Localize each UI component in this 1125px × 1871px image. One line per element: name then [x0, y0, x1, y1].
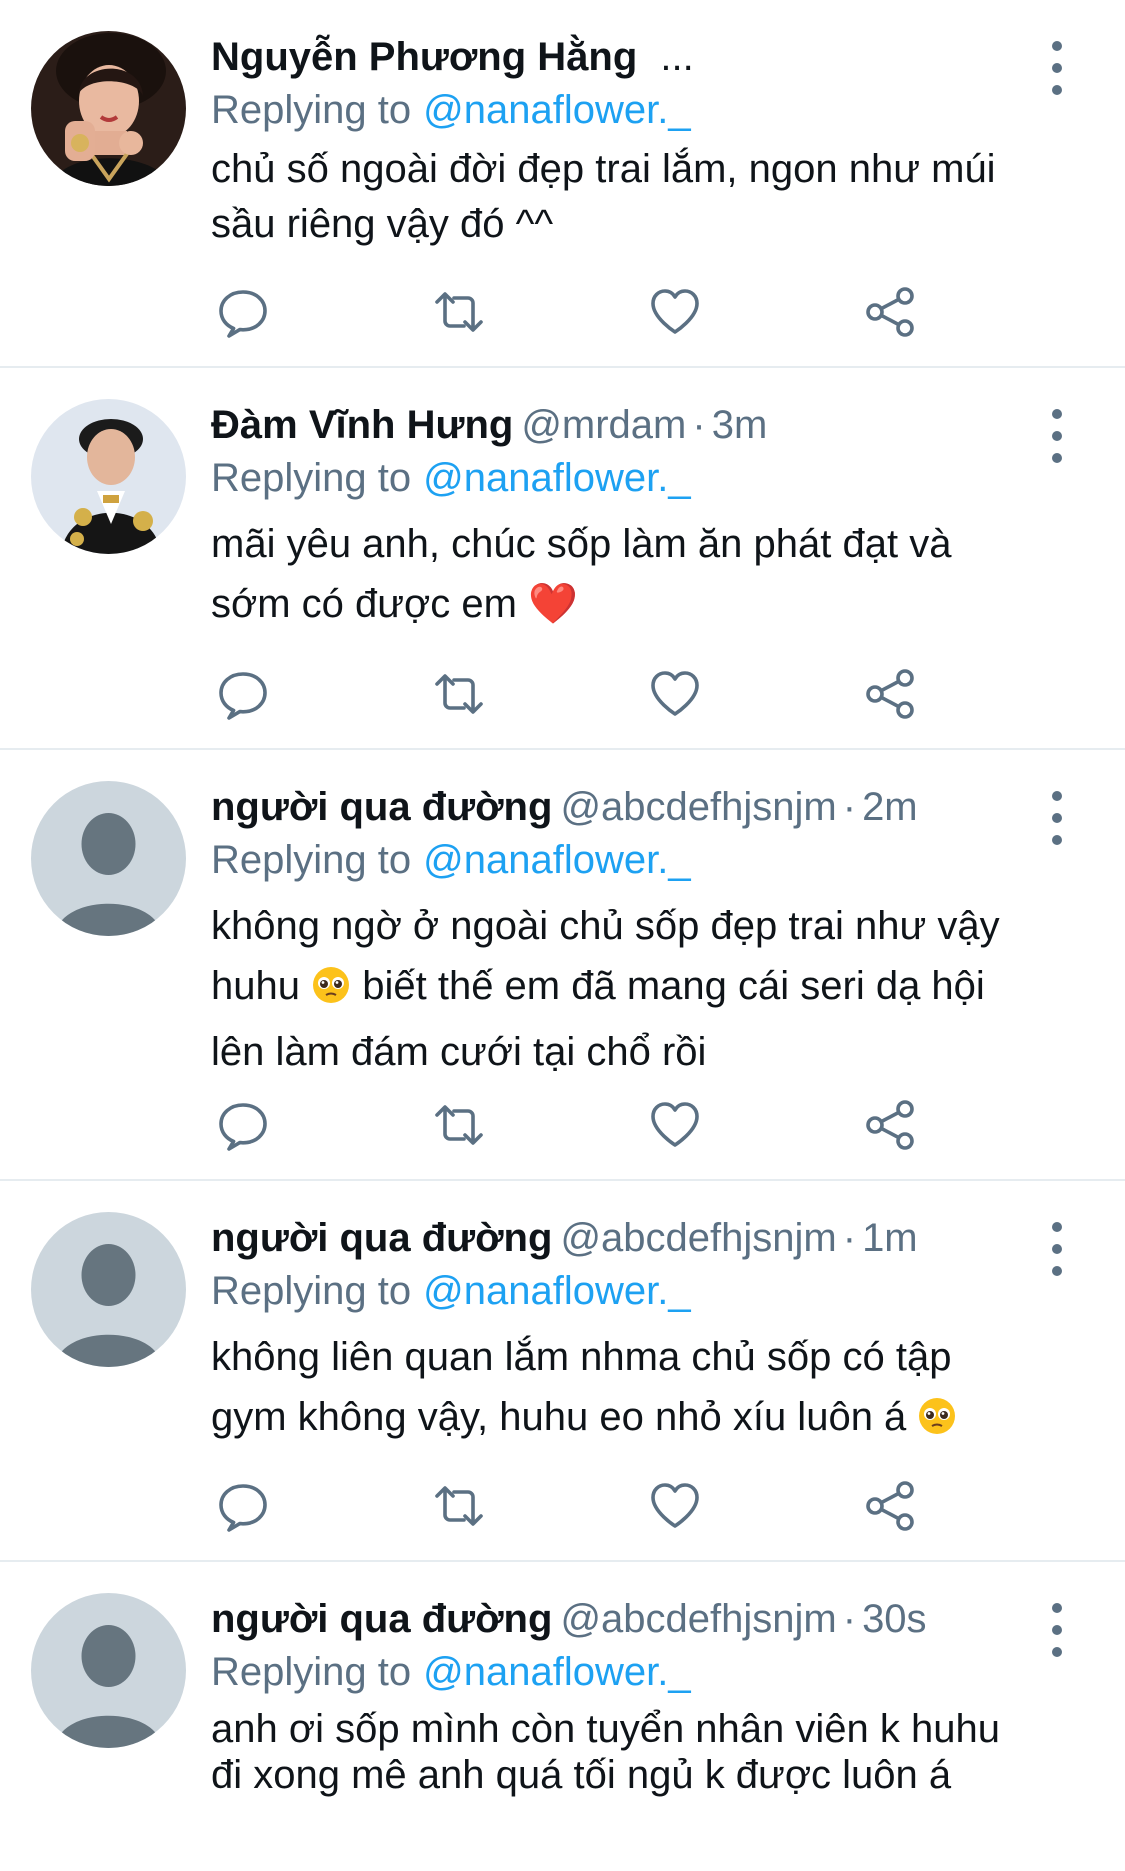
more-vertical-icon[interactable]	[1045, 38, 1069, 98]
display-name[interactable]: người qua đường	[211, 785, 552, 829]
tweet-header: Nguyễn Phương Hằng ...	[211, 30, 1037, 84]
separator-dot: ·	[692, 403, 706, 447]
user-handle[interactable]: @mrdam	[521, 403, 686, 447]
more-vertical-icon[interactable]	[1045, 1219, 1069, 1279]
more-vertical-icon[interactable]	[1045, 1600, 1069, 1660]
timestamp[interactable]: 2m	[862, 785, 918, 829]
user-handle[interactable]: @abcdefhjsnjm	[560, 1597, 836, 1641]
tweet-reply[interactable]: người qua đường @abcdefhjsnjm · 30s Replyin…	[0, 1562, 1125, 1871]
tweet-reply[interactable]: người qua đường @abcdefhjsnjm · 1m Replying…	[0, 1181, 1125, 1562]
tweet-header: Đàm Vĩnh Hưng @mrdam · 3m	[211, 398, 1037, 452]
retweet-icon[interactable]	[427, 1474, 491, 1538]
user-handle[interactable]: @abcdefhjsnjm	[560, 1216, 836, 1260]
reply-icon[interactable]	[211, 1093, 275, 1157]
display-name[interactable]: Nguyễn Phương Hằng	[211, 35, 637, 79]
replying-to: Replying to @nanaflower._	[211, 452, 1037, 504]
retweet-icon[interactable]	[427, 1093, 491, 1157]
tweet-header: người qua đường @abcdefhjsnjm · 2m	[211, 780, 1037, 834]
tweet-reply[interactable]: Nguyễn Phương Hằng ... Replying to @nanaf…	[0, 0, 1125, 368]
separator-dot: ·	[842, 1597, 857, 1641]
tweet-text: chủ số ngoài đời đẹp trai lắm, ngon như …	[211, 147, 996, 246]
tweet-actions	[211, 662, 931, 726]
replying-to: Replying to @nanaflower._	[211, 1646, 1037, 1698]
pleading-face-emoji	[917, 1393, 957, 1453]
heart-icon[interactable]	[643, 662, 707, 726]
tweet-header: người qua đường @abcdefhjsnjm · 30s	[211, 1592, 1037, 1646]
reply-feed: Nguyễn Phương Hằng ... Replying to @nanaf…	[0, 0, 1125, 1871]
reply-icon[interactable]	[211, 280, 275, 344]
retweet-icon[interactable]	[427, 662, 491, 726]
tweet-actions	[211, 1093, 931, 1157]
separator-dot: ·	[842, 1216, 857, 1260]
tweet-text: mãi yêu anh, chúc sốp làm ăn phát đạt và…	[211, 514, 1037, 634]
replying-to-label: Replying to	[211, 456, 412, 500]
display-name[interactable]: người qua đường	[211, 1216, 552, 1260]
display-name[interactable]: Đàm Vĩnh Hưng	[211, 403, 513, 447]
default-avatar[interactable]	[31, 1212, 186, 1367]
share-icon[interactable]	[859, 1093, 923, 1157]
avatar[interactable]	[31, 31, 186, 186]
replying-to: Replying to @nanaflower._	[211, 834, 1037, 886]
avatar[interactable]	[31, 399, 186, 554]
share-icon[interactable]	[859, 1474, 923, 1538]
tweet-text-content: không liên quan lắm nhma chủ sốp có tập …	[211, 1335, 952, 1439]
timestamp[interactable]: 30s	[862, 1597, 927, 1641]
tweet-actions	[211, 1474, 931, 1538]
pleading-face-emoji	[311, 962, 351, 1022]
share-icon[interactable]	[859, 280, 923, 344]
mention-link[interactable]: @nanaflower._	[423, 1269, 690, 1313]
red-heart-emoji: ❤️	[528, 582, 578, 626]
separator-dot: ·	[842, 785, 857, 829]
timestamp[interactable]: 3m	[712, 403, 768, 447]
replying-to: Replying to @nanaflower._	[211, 84, 1037, 136]
tweet-text: không ngờ ở ngoài chủ sốp đẹp trai như v…	[211, 896, 1037, 1082]
mention-link[interactable]: @nanaflower._	[423, 88, 690, 132]
tweet-reply[interactable]: Đàm Vĩnh Hưng @mrdam · 3m Replying to @nanaf…	[0, 368, 1125, 750]
truncation-ellipsis: ...	[660, 35, 694, 79]
mention-link[interactable]: @nanaflower._	[423, 838, 690, 882]
replying-to-label: Replying to	[211, 838, 412, 882]
reply-icon[interactable]	[211, 662, 275, 726]
replying-to-label: Replying to	[211, 1269, 412, 1313]
replying-to-label: Replying to	[211, 1650, 412, 1694]
default-avatar[interactable]	[31, 781, 186, 936]
default-avatar[interactable]	[31, 1593, 186, 1748]
heart-icon[interactable]	[643, 1093, 707, 1157]
tweet-header: người qua đường @abcdefhjsnjm · 1m	[211, 1211, 1037, 1265]
more-vertical-icon[interactable]	[1045, 406, 1069, 466]
tweet-text: không liên quan lắm nhma chủ sốp có tập …	[211, 1327, 1037, 1453]
replying-to: Replying to @nanaflower._	[211, 1265, 1037, 1317]
tweet-text: anh ơi sốp mình còn tuyển nhân viên k hu…	[211, 1707, 1000, 1797]
mention-link[interactable]: @nanaflower._	[423, 1650, 690, 1694]
replying-to-label: Replying to	[211, 88, 412, 132]
reply-icon[interactable]	[211, 1474, 275, 1538]
retweet-icon[interactable]	[427, 280, 491, 344]
timestamp[interactable]: 1m	[862, 1216, 918, 1260]
user-handle[interactable]: @abcdefhjsnjm	[560, 785, 836, 829]
mention-link[interactable]: @nanaflower._	[423, 456, 690, 500]
tweet-text-content: mãi yêu anh, chúc sốp làm ăn phát đạt và…	[211, 522, 952, 626]
share-icon[interactable]	[859, 662, 923, 726]
more-vertical-icon[interactable]	[1045, 788, 1069, 848]
tweet-actions	[211, 280, 931, 344]
heart-icon[interactable]	[643, 1474, 707, 1538]
display-name[interactable]: người qua đường	[211, 1597, 552, 1641]
tweet-reply[interactable]: người qua đường @abcdefhjsnjm · 2m Replying…	[0, 750, 1125, 1181]
heart-icon[interactable]	[643, 280, 707, 344]
